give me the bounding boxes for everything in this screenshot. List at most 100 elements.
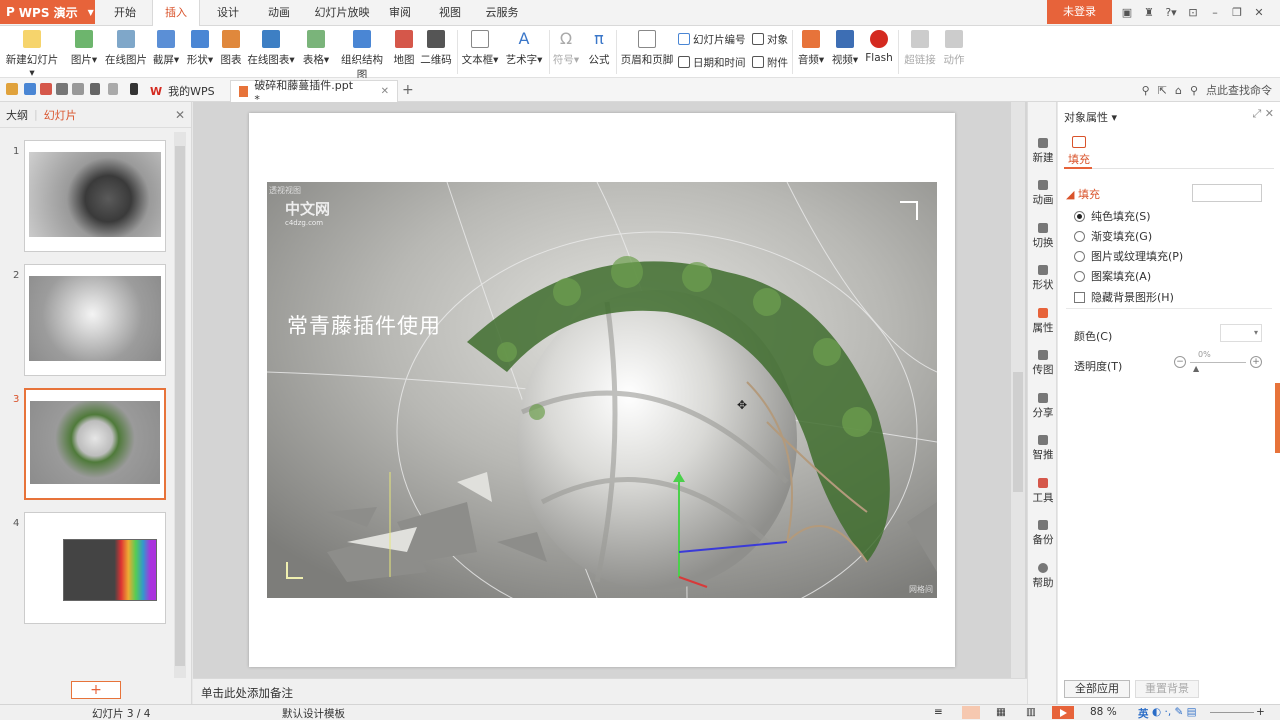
- reset-background-button[interactable]: 重置背景: [1135, 680, 1199, 698]
- slide-number-button[interactable]: 幻灯片编号: [678, 30, 748, 48]
- comment-icon[interactable]: ⌂: [1175, 84, 1182, 97]
- slide-thumbnail-4[interactable]: [24, 512, 166, 624]
- online-picture-button[interactable]: 在线图片: [104, 30, 148, 74]
- org-chart-button[interactable]: 组织结构图: [336, 30, 388, 81]
- side-tool-animation[interactable]: 动画: [1028, 180, 1058, 207]
- zoom-slider[interactable]: [1210, 712, 1254, 713]
- side-tool-smart[interactable]: 智推: [1028, 435, 1058, 462]
- app-menu-button[interactable]: P WPS 演示 ▼: [0, 0, 95, 24]
- tab-insert[interactable]: 插入: [152, 0, 200, 27]
- tab-slides[interactable]: 幻灯片: [44, 107, 77, 123]
- radio-picture-fill[interactable]: 图片或纹理填充(P): [1074, 248, 1183, 264]
- tab-fill[interactable]: 填充: [1068, 136, 1090, 167]
- ime-indicator[interactable]: 英: [1138, 706, 1149, 720]
- slideshow-play-button[interactable]: [1052, 706, 1074, 719]
- tab-slideshow[interactable]: 幻灯片放映: [310, 0, 374, 26]
- radio-solid-fill[interactable]: 纯色填充(S): [1074, 208, 1151, 224]
- attachment-button[interactable]: 附件: [752, 53, 788, 71]
- slide-thumbnail-1[interactable]: [24, 140, 166, 252]
- close-icon[interactable]: ✕: [175, 108, 185, 122]
- tab-outline[interactable]: 大纲: [6, 107, 28, 123]
- audio-button[interactable]: 音频▾: [796, 30, 826, 74]
- side-tool-tools[interactable]: 工具: [1028, 478, 1058, 505]
- add-slide-button[interactable]: +: [71, 681, 121, 699]
- plus-icon[interactable]: +: [1250, 356, 1262, 368]
- pdf-icon[interactable]: [40, 83, 52, 95]
- find-command-input[interactable]: 点此查找命令: [1206, 82, 1272, 98]
- shirt-icon[interactable]: ♜: [1138, 6, 1160, 19]
- zoom-in-icon[interactable]: +: [1256, 706, 1265, 718]
- tab-cloud[interactable]: 云服务: [480, 0, 524, 26]
- tab-review[interactable]: 审阅: [382, 0, 418, 26]
- color-dropdown[interactable]: ▾: [1220, 324, 1262, 342]
- panel-collapse-handle[interactable]: [1275, 383, 1280, 453]
- zoom-level[interactable]: 88 %: [1090, 706, 1117, 718]
- new-slide-button[interactable]: 新建幻灯片▾: [4, 30, 60, 79]
- slide-sorter-icon[interactable]: ▦: [996, 706, 1006, 718]
- notes-area[interactable]: 单击此处添加备注: [193, 678, 1027, 704]
- panel-title[interactable]: 对象属性 ▾: [1064, 109, 1117, 125]
- redo-icon[interactable]: [108, 83, 118, 95]
- fill-section-header[interactable]: ◢ 填充: [1066, 186, 1100, 202]
- scrollbar-thumb[interactable]: [1013, 372, 1023, 492]
- side-tool-backup[interactable]: 备份: [1028, 520, 1058, 547]
- side-tool-upload[interactable]: 传图: [1028, 350, 1058, 377]
- qrcode-button[interactable]: 二维码: [420, 30, 452, 74]
- print-icon[interactable]: [56, 83, 68, 95]
- preview-icon[interactable]: [72, 83, 84, 95]
- slide-thumbnail-3[interactable]: [24, 388, 166, 500]
- share-icon[interactable]: ⇱: [1158, 84, 1167, 97]
- close-icon[interactable]: ✕: [1248, 6, 1270, 19]
- undo-icon[interactable]: [90, 83, 100, 95]
- chart-button[interactable]: 图表: [218, 30, 244, 74]
- customize-icon[interactable]: [130, 83, 138, 95]
- side-tool-properties[interactable]: 属性: [1028, 308, 1058, 335]
- maximize-icon[interactable]: ❐: [1226, 6, 1248, 19]
- normal-view-icon[interactable]: [962, 706, 980, 719]
- online-chart-button[interactable]: 在线图表▾: [246, 30, 296, 74]
- side-tool-help[interactable]: 帮助: [1028, 563, 1058, 590]
- radio-gradient-fill[interactable]: 渐变填充(G): [1074, 228, 1152, 244]
- slide-title[interactable]: 常青藤插件使用: [287, 310, 441, 340]
- notes-toggle-icon[interactable]: ≡: [934, 706, 943, 718]
- pin-icon[interactable]: ⚲: [1142, 84, 1150, 97]
- datetime-button[interactable]: 日期和时间: [678, 53, 748, 71]
- search-icon[interactable]: ⚲: [1190, 84, 1198, 97]
- scrollbar-thumb[interactable]: [175, 146, 185, 666]
- skin-icon[interactable]: ▣: [1116, 6, 1138, 19]
- shape-button[interactable]: 形状▾: [184, 30, 216, 74]
- hyperlink-button[interactable]: 超链接: [902, 30, 938, 74]
- side-tool-share[interactable]: 分享: [1028, 393, 1058, 420]
- formula-button[interactable]: π 公式: [586, 30, 612, 74]
- side-tool-new[interactable]: 新建: [1028, 138, 1058, 165]
- ime-tools-icon[interactable]: ◐ ·, ✎ ▤: [1152, 706, 1197, 718]
- table-button[interactable]: 表格▾: [300, 30, 332, 74]
- symbol-button[interactable]: Ω 符号▾: [552, 30, 580, 74]
- tab-my-wps[interactable]: W 我的WPS: [142, 80, 223, 102]
- restore-ribbon-icon[interactable]: ⊡: [1182, 6, 1204, 19]
- header-footer-button[interactable]: 页眉和页脚: [620, 30, 674, 74]
- flash-button[interactable]: Flash: [864, 30, 894, 74]
- picture-button[interactable]: 图片▾: [68, 30, 100, 74]
- slide-image[interactable]: 透视视图 中文网 c4dzg.com 常青藤插件使用 网格间: [267, 182, 937, 598]
- radio-pattern-fill[interactable]: 图案填充(A): [1074, 268, 1151, 284]
- minimize-icon[interactable]: –: [1204, 6, 1226, 19]
- map-button[interactable]: 地图: [392, 30, 416, 74]
- close-tab-icon[interactable]: ✕: [381, 86, 389, 97]
- apply-all-button[interactable]: 全部应用: [1064, 680, 1130, 698]
- slide-thumbnail-2[interactable]: [24, 264, 166, 376]
- dock-icon[interactable]: ⤢: [1252, 107, 1261, 120]
- screenshot-button[interactable]: 截屏▾: [150, 30, 182, 74]
- video-button[interactable]: 视频▾: [830, 30, 860, 74]
- minus-icon[interactable]: −: [1174, 356, 1186, 368]
- object-button[interactable]: 对象: [752, 30, 788, 48]
- slider-thumb[interactable]: ▲: [1193, 364, 1199, 373]
- help-icon[interactable]: ?▾: [1160, 6, 1182, 19]
- tab-animation[interactable]: 动画: [259, 0, 299, 26]
- login-button[interactable]: 未登录: [1047, 0, 1112, 24]
- side-tool-transition[interactable]: 切换: [1028, 223, 1058, 250]
- new-tab-button[interactable]: +: [402, 82, 414, 98]
- editor-scrollbar[interactable]: [1011, 102, 1025, 678]
- open-icon[interactable]: [6, 83, 18, 95]
- transparency-slider[interactable]: − ▲ 0% +: [1174, 350, 1262, 373]
